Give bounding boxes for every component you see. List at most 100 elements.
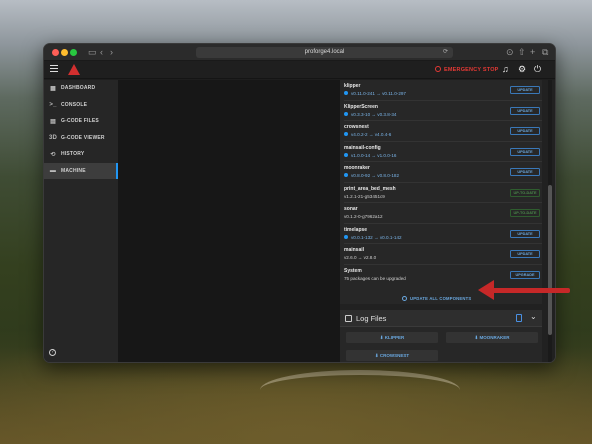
download-icon[interactable]: ⊙ (506, 46, 514, 59)
list-item: timelapse v0.0.1-132 → v0.0.1-142 UPDATE (344, 224, 542, 244)
update-button[interactable]: UPDATE (510, 168, 540, 176)
forward-icon[interactable]: › (110, 46, 113, 59)
update-manager-panel: klipper v0.11.0-241 → v0.11.0-297 UPDATE… (340, 80, 542, 304)
dashboard-icon: ▦ (50, 85, 56, 92)
update-button[interactable]: UPDATE (510, 127, 540, 135)
info-icon (344, 91, 348, 95)
sidebar-item-console[interactable]: >_ CONSOLE (44, 97, 118, 114)
sidebar-item-label: MACHINE (61, 167, 86, 174)
url-text: proforge4.local (304, 49, 345, 55)
moonraker-log-button[interactable]: ⬇ MOONRAKER (446, 332, 538, 343)
component-name: print_area_bed_mesh (344, 185, 396, 192)
component-name: sonar (344, 206, 358, 212)
component-name: mainsail-config (344, 144, 381, 151)
info-icon (344, 234, 348, 239)
annotation-arrow-shaft (490, 288, 570, 293)
component-version: v0.11.0-241 → v0.11.0-297 (344, 91, 406, 96)
list-item: print_area_bed_mesh v1.2.1-21-g53451c9 U… (344, 183, 542, 203)
component-name: mainsail (344, 247, 365, 253)
component-version: v0.3.3-10 → v0.3.8-34 (344, 111, 396, 117)
upgrade-button[interactable]: UPGRADE (510, 270, 540, 279)
component-version: 75 packages can be upgraded (344, 275, 406, 281)
list-item: crowsnest v4.0.2-2 → v4.0.4-6 UPDATE (344, 121, 542, 142)
address-bar[interactable]: proforge4.local ⟳ (196, 47, 453, 58)
update-button[interactable]: UPDATE (510, 147, 540, 156)
update-button[interactable]: UPDATE (510, 250, 540, 258)
minimize-window-button[interactable] (61, 49, 68, 56)
close-window-button[interactable] (52, 49, 59, 56)
list-item: moonraker v0.8.0-92 → v0.8.0-182 UPDATE (344, 162, 542, 183)
update-button[interactable]: UPDATE (510, 86, 540, 94)
history-icon: ⟲ (50, 151, 56, 158)
list-item: KlipperScreen v0.3.3-10 → v0.3.8-34 UPDA… (344, 101, 542, 121)
crowsnest-log-button[interactable]: ⬇ CROWSNEST (346, 350, 438, 361)
menu-icon[interactable] (50, 65, 58, 72)
update-button[interactable]: UPDATE (510, 229, 540, 238)
sidebar-item-label: G-CODE FILES (61, 118, 99, 125)
bell-icon[interactable]: ♫ (502, 64, 509, 74)
info-icon (344, 152, 348, 157)
update-button[interactable]: UPDATE (510, 106, 540, 115)
new-tab-icon[interactable]: + (530, 46, 535, 59)
background-road (260, 370, 460, 410)
document-icon[interactable] (516, 314, 522, 322)
klipper-log-button[interactable]: ⬇ KLIPPER (346, 332, 438, 343)
update-all-label: UPDATE ALL COMPONENTS (410, 296, 472, 301)
estop-label: EMERGENCY STOP (444, 67, 499, 73)
help-icon[interactable]: ? (49, 349, 56, 356)
sidebar-item-label: HISTORY (61, 151, 85, 158)
console-icon: >_ (49, 101, 57, 108)
component-name: crowsnest (344, 124, 369, 130)
log-icon (345, 315, 352, 322)
component-name: moonraker (344, 165, 370, 171)
component-name: KlipperScreen (344, 103, 378, 110)
component-version: v0.1.2-0-g7962a12 (344, 214, 383, 219)
3d-icon: 3D (49, 134, 58, 141)
power-menu-icon[interactable]: ⏻ (534, 64, 541, 75)
list-item: mainsail v2.6.0 → v2.8.0 UPDATE (344, 244, 542, 265)
reload-icon[interactable]: ⟳ (443, 47, 448, 58)
share-icon[interactable]: ⇧ (518, 46, 526, 59)
sidebar-item-gcode-viewer[interactable]: 3D G-CODE VIEWER (44, 130, 118, 147)
browser-window: ▭ ‹ › proforge4.local ⟳ ⊙ ⇧ + ⧉ EMERGENC… (43, 43, 556, 363)
app-header: EMERGENCY STOP ♫ ⚙ ⏻ (44, 61, 555, 79)
sidebar-item-machine[interactable]: ▬ MACHINE (44, 162, 118, 179)
sidebar-item-dashboard[interactable]: ▦ DASHBOARD (44, 80, 118, 97)
component-name: System (344, 267, 362, 274)
sidebar-toggle-icon[interactable]: ▭ (88, 46, 97, 59)
log-files-header: Log Files ⌄ (340, 310, 542, 327)
back-icon[interactable]: ‹ (100, 46, 103, 59)
component-version: v1.2.1-21-g53451c9 (344, 193, 385, 199)
component-name: klipper (344, 83, 361, 89)
power-icon (435, 66, 441, 72)
component-version: v0.8.0-92 → v0.8.0-182 (344, 173, 399, 178)
browser-titlebar: ▭ ‹ › proforge4.local ⟳ ⊙ ⇧ + ⧉ (44, 44, 555, 61)
sidebar-item-label: DASHBOARD (61, 85, 96, 92)
log-files-title: Log Files (356, 314, 387, 323)
tab-overview-icon[interactable]: ⧉ (542, 46, 548, 59)
sidebar-item-gcode-files[interactable]: ▤ G-CODE FILES (44, 113, 118, 130)
component-version: v1.0.0-14 → v1.0.0-16 (344, 152, 396, 158)
list-item: mainsail-config v1.0.0-14 → v1.0.0-16 UP… (344, 142, 542, 162)
component-version: v2.6.0 → v2.8.0 (344, 255, 377, 260)
annotation-arrow-head (478, 280, 494, 300)
up-to-date-button[interactable]: UP-TO-DATE (510, 188, 540, 197)
scrollbar-thumb[interactable] (548, 185, 552, 335)
sidebar-item-label: CONSOLE (61, 101, 88, 108)
info-icon (344, 173, 348, 177)
emergency-stop-button[interactable]: EMERGENCY STOP (435, 66, 499, 73)
refresh-icon (402, 296, 407, 301)
chevron-down-icon[interactable]: ⌄ (530, 312, 537, 321)
up-to-date-button[interactable]: UP-TO-DATE (510, 209, 540, 217)
logo[interactable] (68, 64, 80, 75)
update-all-components-button[interactable]: UPDATE ALL COMPONENTS (402, 296, 471, 301)
maximize-window-button[interactable] (70, 49, 77, 56)
component-name: timelapse (344, 226, 368, 233)
component-version: v0.0.1-132 → v0.0.1-142 (344, 234, 402, 240)
sidebar-item-history[interactable]: ⟲ HISTORY (44, 146, 118, 163)
file-icon: ▤ (50, 118, 56, 125)
settings-icon[interactable]: ⚙ (518, 64, 526, 75)
log-files-panel: Log Files ⌄ ⬇ KLIPPER ⬇ MOONRAKER ⬇ CROW… (340, 310, 542, 362)
list-item: klipper v0.11.0-241 → v0.11.0-297 UPDATE (344, 80, 542, 101)
config-file-panel (118, 80, 340, 362)
